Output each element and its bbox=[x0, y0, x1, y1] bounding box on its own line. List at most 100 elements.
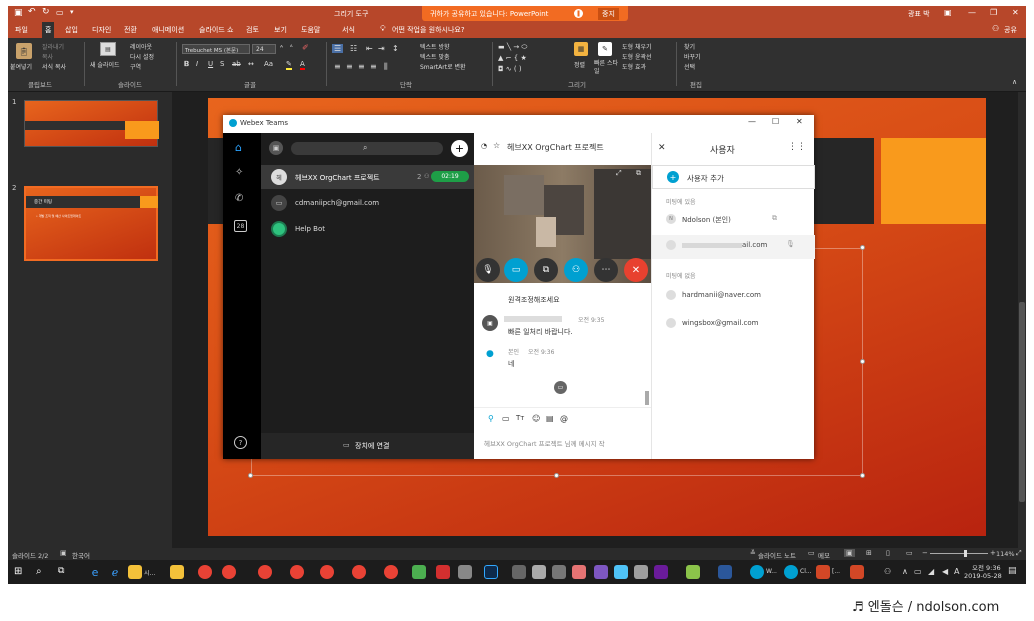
collapse-ribbon-icon[interactable]: ∧ bbox=[1012, 78, 1017, 86]
shape-connector-icon[interactable]: ⌐ bbox=[506, 54, 512, 62]
justify-icon[interactable]: ≡ bbox=[370, 62, 377, 71]
cut-button[interactable]: 잘라내기 bbox=[42, 42, 64, 51]
tab-insert[interactable]: 삽입 bbox=[65, 25, 78, 35]
battery-icon[interactable]: ▭ bbox=[914, 567, 922, 576]
quick-styles-icon[interactable]: ✎ bbox=[598, 42, 612, 56]
shape-bracket-icon[interactable]: ( ) bbox=[514, 65, 522, 73]
char-spacing-icon[interactable]: ↔ bbox=[248, 60, 254, 68]
normal-view-icon[interactable]: ▣ bbox=[844, 549, 855, 557]
start-from-beginning-icon[interactable]: ▭ bbox=[56, 8, 64, 17]
app-icon[interactable] bbox=[512, 565, 526, 579]
taskbar-app-label[interactable]: 시... bbox=[144, 568, 155, 577]
bold-icon[interactable]: 𝐁 bbox=[184, 60, 189, 69]
reading-view-icon[interactable]: ▯ bbox=[886, 549, 890, 557]
app-icon[interactable] bbox=[552, 565, 566, 579]
font-name-select[interactable]: Trebuchet MS (본문) bbox=[182, 44, 250, 54]
resize-handle[interactable] bbox=[248, 473, 253, 478]
tab-home[interactable]: 홈 bbox=[42, 22, 55, 38]
tab-animations[interactable]: 애니메이션 bbox=[152, 25, 184, 35]
search-icon[interactable]: ⌕ bbox=[36, 566, 42, 577]
paste-icon[interactable]: 📋︎ bbox=[16, 43, 32, 59]
columns-icon[interactable]: ⫼ bbox=[384, 62, 388, 72]
store-icon[interactable] bbox=[412, 565, 426, 579]
tab-slideshow[interactable]: 슬라이드 쇼 bbox=[199, 25, 233, 35]
align-center-icon[interactable]: ≡ bbox=[346, 62, 353, 71]
line-spacing-icon[interactable]: ↕ bbox=[392, 44, 399, 53]
layout-button[interactable]: 레이아웃 bbox=[130, 42, 152, 51]
search-input[interactable]: ⌕ bbox=[291, 142, 443, 155]
clock-time[interactable]: 오전 9:36 bbox=[972, 562, 1001, 572]
list-item[interactable]: 헤 헤브XX OrgChart 프로젝트 2 ⚇ 02:19 bbox=[261, 165, 474, 189]
customize-toolbar-icon[interactable]: ▾ bbox=[70, 8, 74, 16]
mute-icon[interactable]: 🎙︎ bbox=[476, 258, 500, 282]
profile-avatar[interactable]: ▣ bbox=[269, 141, 283, 155]
ie-icon[interactable]: ℯ bbox=[108, 565, 122, 579]
shape-brace-icon[interactable]: { bbox=[514, 54, 518, 62]
notes-button[interactable]: 슬라이드 노트 bbox=[758, 550, 796, 560]
help-icon[interactable]: ? bbox=[234, 436, 247, 449]
tab-file[interactable]: 파일 bbox=[15, 25, 28, 35]
resize-handle[interactable] bbox=[860, 473, 865, 478]
align-right-icon[interactable]: ≡ bbox=[358, 62, 365, 71]
gif-icon[interactable]: ▤ bbox=[546, 414, 554, 423]
chrome-icon[interactable] bbox=[222, 565, 236, 579]
visual-studio-icon[interactable] bbox=[654, 565, 668, 579]
app-icon[interactable] bbox=[594, 565, 608, 579]
list-item[interactable]: N Ndolson (본인) ⧉ bbox=[652, 209, 815, 233]
zoom-level[interactable]: 114% bbox=[996, 550, 1015, 558]
fit-slide-icon[interactable]: ⤢ bbox=[1016, 549, 1022, 558]
pause-share-icon[interactable]: ❚ bbox=[574, 9, 583, 18]
tab-help[interactable]: 도움말 bbox=[301, 25, 320, 35]
webex-icon[interactable] bbox=[784, 565, 798, 579]
zoom-out-icon[interactable]: − bbox=[922, 549, 928, 557]
end-call-icon[interactable]: ✕ bbox=[624, 258, 648, 282]
italic-icon[interactable]: I bbox=[196, 60, 198, 68]
font-size-select[interactable]: 24 bbox=[252, 44, 276, 54]
more-options-icon[interactable]: ⋯ bbox=[594, 258, 618, 282]
slide-thumbnail-2[interactable]: 중간 미팅 • 개발 조직 및 예산 사이트업데이트 bbox=[24, 186, 158, 261]
shrink-font-icon[interactable]: ᴬ bbox=[290, 44, 293, 51]
text-format-icon[interactable]: Tт bbox=[516, 414, 524, 422]
phone-icon[interactable]: ✆ bbox=[235, 193, 243, 204]
align-left-icon[interactable]: ≡ bbox=[334, 62, 341, 71]
clock-date[interactable]: 2019-05-28 bbox=[964, 572, 1002, 580]
participants-icon[interactable]: ⚇ bbox=[564, 258, 588, 282]
favorite-star-icon[interactable]: ☆ bbox=[493, 141, 500, 150]
app-icon[interactable] bbox=[458, 565, 472, 579]
comments-button[interactable]: 메모 bbox=[818, 550, 830, 560]
connect-device-bar[interactable]: ▭ 장치에 연결 bbox=[261, 433, 474, 459]
decrease-indent-icon[interactable]: ⇤ bbox=[366, 44, 373, 53]
shape-star-icon[interactable]: ★ bbox=[520, 54, 526, 62]
arrange-icon[interactable]: ▦ bbox=[574, 42, 588, 56]
quick-styles-button[interactable]: 빠른 스타일 bbox=[594, 60, 620, 76]
conversation-scrollbar[interactable] bbox=[645, 391, 649, 405]
text-direction-button[interactable]: 텍스트 방향 bbox=[420, 42, 450, 51]
tray-expand-icon[interactable]: ∧ bbox=[902, 567, 908, 576]
add-space-button[interactable]: + bbox=[451, 140, 468, 157]
maximize-icon[interactable]: ❐ bbox=[990, 8, 997, 17]
person-tray-icon[interactable]: ⚇ bbox=[884, 567, 891, 576]
app-icon[interactable] bbox=[634, 565, 648, 579]
redo-icon[interactable]: ↻ bbox=[42, 7, 50, 17]
chrome-icon[interactable] bbox=[198, 565, 212, 579]
taskbar-app-label[interactable]: Cl... bbox=[800, 568, 812, 575]
expand-video-icon[interactable]: ⤢ bbox=[616, 169, 622, 178]
shape-rectangle-icon[interactable]: ▬ bbox=[498, 43, 505, 51]
save-icon[interactable]: ▣ bbox=[14, 8, 23, 18]
emoji-icon[interactable]: ☺ bbox=[532, 414, 540, 423]
ribbon-display-icon[interactable]: ▣ bbox=[944, 8, 952, 17]
tab-view[interactable]: 보기 bbox=[274, 25, 287, 35]
smartart-button[interactable]: SmartArt로 변환 bbox=[420, 62, 466, 71]
shapes-gallery[interactable]: ▬ ╲ → ⬭ ▲ ⌐ { ★ ◘ ∿ ( ) bbox=[498, 42, 560, 76]
highlight-icon[interactable]: ✎ bbox=[286, 60, 292, 70]
list-item[interactable]: hardmanii@naver.com bbox=[652, 285, 815, 309]
paste-button[interactable]: 붙여넣기 bbox=[10, 62, 32, 71]
chrome-icon[interactable] bbox=[258, 565, 272, 579]
app-icon[interactable] bbox=[436, 565, 450, 579]
shape-curve-icon[interactable]: ∿ bbox=[506, 65, 512, 73]
video-icon[interactable]: ▭ bbox=[504, 258, 528, 282]
file-explorer-icon[interactable] bbox=[128, 565, 142, 579]
tab-format[interactable]: 서식 bbox=[342, 25, 355, 35]
find-button[interactable]: 찾기 bbox=[684, 42, 695, 51]
folder-icon[interactable] bbox=[170, 565, 184, 579]
